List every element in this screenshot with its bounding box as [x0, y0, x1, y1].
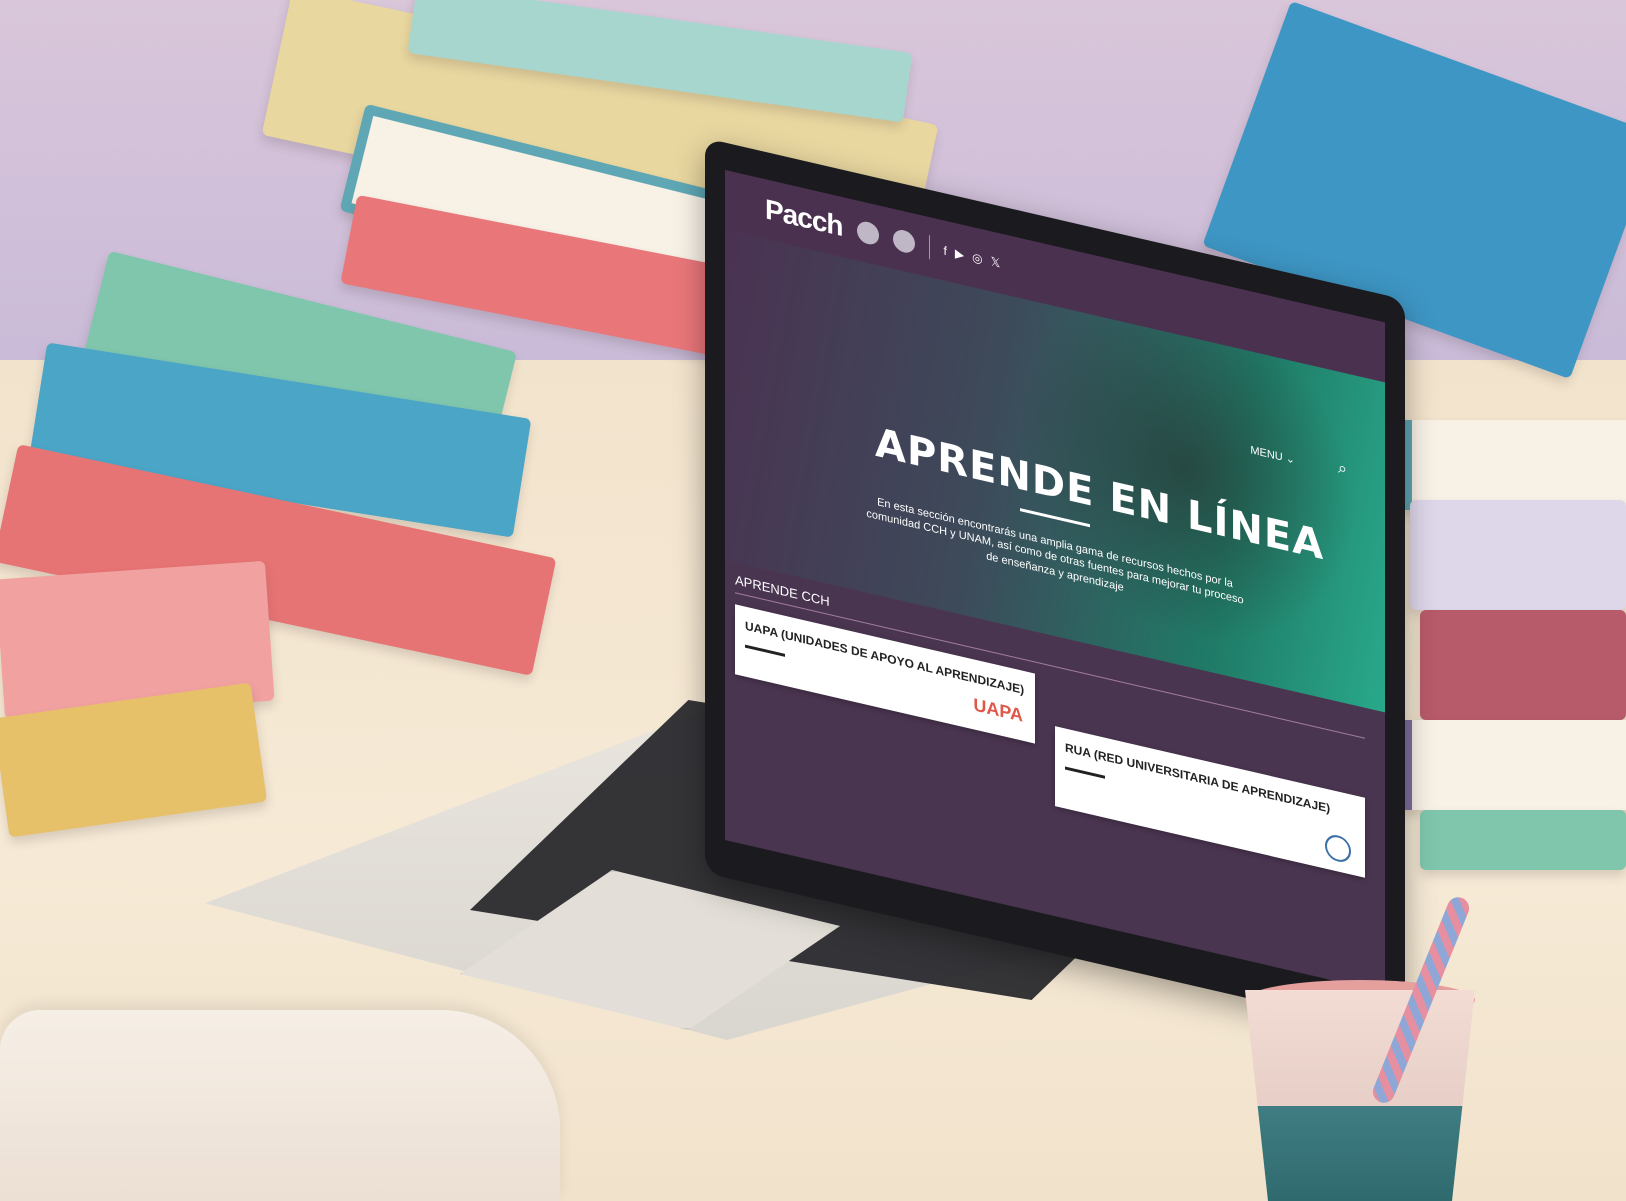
rua-card[interactable]: RUA (RED UNIVERSITARIA DE APRENDIZAJE): [1055, 726, 1365, 878]
site-logo[interactable]: Pacch: [765, 193, 843, 243]
youtube-icon[interactable]: ▶: [955, 246, 964, 262]
facebook-icon[interactable]: f: [944, 243, 947, 258]
unam-seal-icon: [856, 219, 879, 247]
x-icon[interactable]: 𝕏: [991, 254, 1001, 270]
paper-cup: [1245, 990, 1475, 1201]
cch-seal-icon: [892, 227, 915, 255]
rua-logo-icon: [1325, 832, 1351, 865]
card-accent-bar: [745, 644, 785, 657]
social-links: f ▶ ◎ 𝕏: [944, 243, 1001, 270]
search-icon[interactable]: ⌕: [1338, 460, 1347, 480]
uapa-logo: UAPA: [973, 694, 1023, 726]
book-right-stack-2: [1410, 500, 1626, 610]
divider: [928, 234, 930, 260]
uapa-card[interactable]: UAPA (UNIDADES DE APOYO AL APRENDIZAJE) …: [735, 604, 1035, 744]
card-accent-bar: [1065, 766, 1105, 779]
book-right-stack-4: [1400, 720, 1626, 810]
instagram-icon[interactable]: ◎: [972, 250, 982, 266]
book-right-stack-1: [1400, 420, 1626, 510]
card-title: UAPA (UNIDADES DE APOYO AL APRENDIZAJE): [745, 618, 1025, 698]
scene-background: Pacch f ▶ ◎ 𝕏 MENU ⌄ ⌕ APRENDE EN LÍNEA …: [0, 0, 1626, 1201]
open-book: [0, 1010, 560, 1201]
book-right-stack-3: [1420, 610, 1626, 720]
book-right-stack-5: [1420, 810, 1626, 870]
